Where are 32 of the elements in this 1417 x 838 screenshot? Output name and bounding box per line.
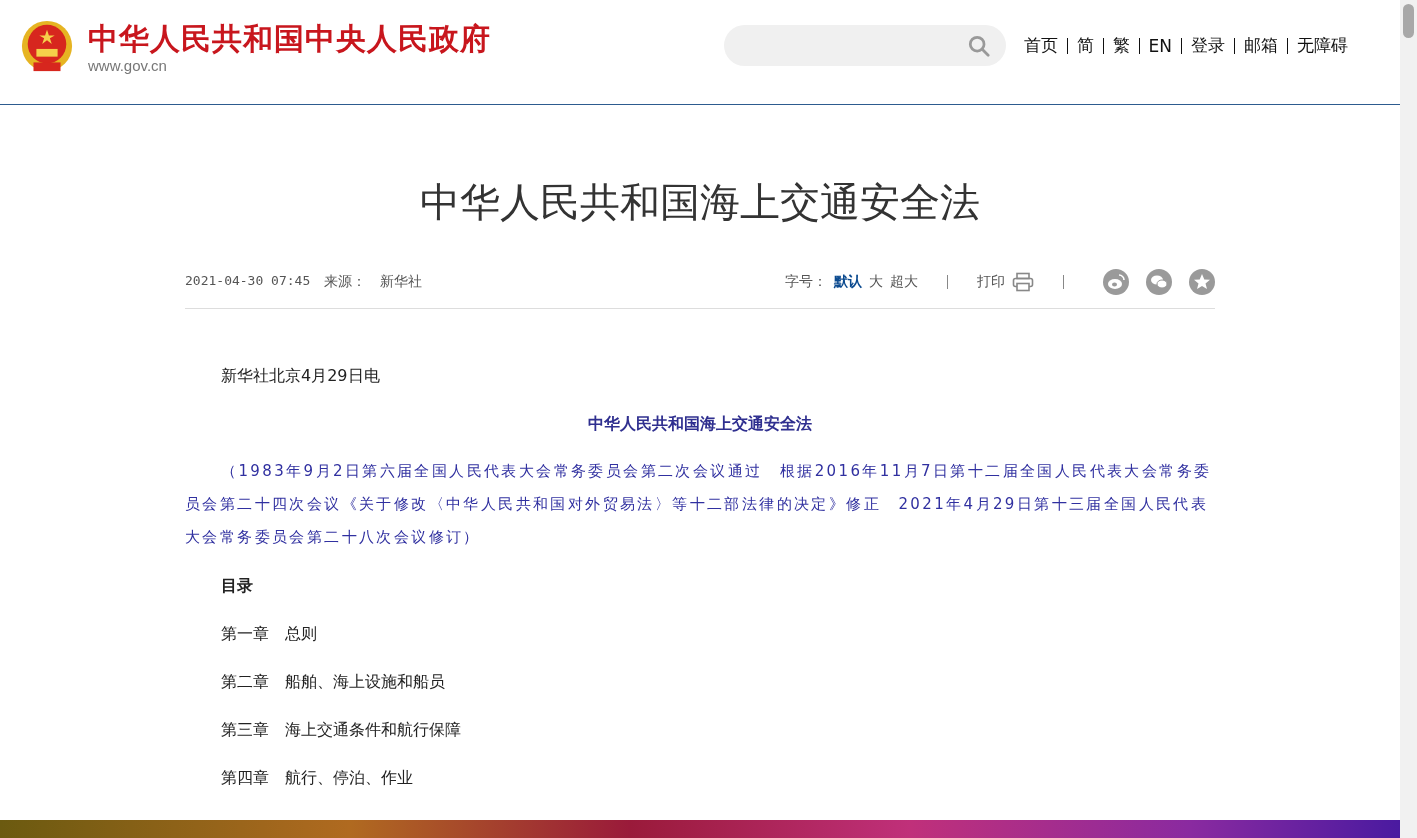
article-paragraph: 目录 — [220, 575, 254, 597]
wechat-share-icon[interactable] — [1146, 269, 1172, 295]
weibo-share-icon[interactable] — [1103, 269, 1129, 295]
publish-date: 2021-04-30 07:45 — [185, 273, 311, 290]
article-paragraph: 第一章 总则 — [220, 623, 318, 645]
site-name: 中华人民共和国中央人民政府 — [88, 20, 491, 57]
source-label: 来源： — [324, 273, 367, 291]
nav-link[interactable]: 邮箱 — [1244, 34, 1278, 57]
scrollbar[interactable] — [1400, 0, 1417, 838]
article-paragraph: 中华人民共和国海上交通安全法 — [587, 413, 813, 435]
nav-link[interactable]: 简 — [1076, 34, 1094, 57]
nav-link[interactable]: 登录 — [1191, 34, 1225, 57]
site-url: www.gov.cn — [88, 56, 168, 74]
nav-link[interactable]: 繁 — [1112, 34, 1130, 57]
font-size-option[interactable]: 默认 — [834, 273, 862, 291]
font-size-option[interactable]: 超大 — [890, 273, 918, 291]
font-size-label: 字号： — [785, 273, 827, 291]
article-paragraph: 第三章 海上交通条件和航行保障 — [220, 719, 462, 741]
print-link[interactable]: 打印 — [977, 273, 1005, 291]
article-paragraph: 新华社北京4月29日电 — [220, 365, 381, 387]
search-icon[interactable] — [967, 34, 990, 57]
source-name: 新华社 — [380, 273, 423, 291]
article-title: 中华人民共和国海上交通安全法 — [419, 178, 981, 227]
nav-link[interactable]: EN — [1148, 35, 1172, 56]
search-field[interactable] — [723, 25, 1006, 66]
article-paragraph: 第四章 航行、停泊、作业 — [220, 767, 414, 789]
nav-link[interactable]: 无障碍 — [1297, 34, 1348, 57]
nav-link[interactable]: 首页 — [1023, 34, 1058, 57]
font-size-option[interactable]: 大 — [869, 273, 883, 291]
article-paragraph: 第二章 船舶、海上设施和船员 — [220, 671, 446, 693]
printer-icon[interactable] — [1012, 272, 1034, 292]
article-paragraph: （1983年9月2日第六届全国人民代表大会常务委员会第二次会议通过 根据2016年11月7日第十二届全国人民代表大会常务委员会第二十四次会议《关于修改〈中华人民共和国对外贸易法〉等十二部法律的决定》修正 2021年4月29日第十三届全国人民代表大会常务委员会第二十八次会议修订） — [185, 461, 1213, 548]
